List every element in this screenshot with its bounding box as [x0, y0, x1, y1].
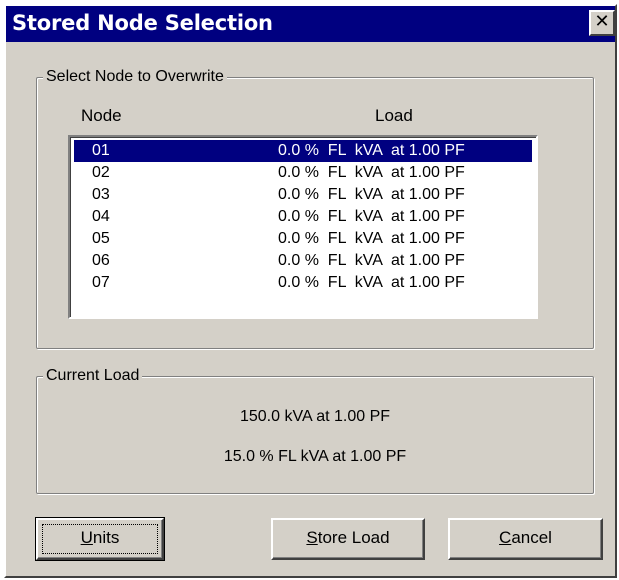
node-load: 0.0 % FL kVA at 1.00 PF [278, 274, 465, 291]
node-list-row[interactable]: 07 0.0 % FL kVA at 1.00 PF [74, 272, 532, 294]
units-button[interactable]: Units [35, 517, 165, 561]
node-load: 0.0 % FL kVA at 1.00 PF [278, 186, 465, 203]
load-column-header: Load [375, 106, 413, 125]
current-load-kva: 150.0 kVA at 1.00 PF [239, 408, 391, 425]
focus-rectangle [42, 524, 158, 554]
node-list-row[interactable]: 03 0.0 % FL kVA at 1.00 PF [74, 184, 532, 206]
node-load: 0.0 % FL kVA at 1.00 PF [278, 164, 465, 181]
node-id: 03 [92, 186, 110, 203]
node-id: 06 [92, 252, 110, 269]
current-load-percent: 15.0 % FL kVA at 1.00 PF [223, 448, 407, 465]
current-load-legend: Current Load [43, 366, 143, 386]
cancel-button[interactable]: Cancel [448, 518, 603, 560]
node-id: 01 [92, 142, 110, 159]
node-id: 04 [92, 208, 110, 225]
store-load-button[interactable]: Store Load [271, 518, 425, 560]
close-icon[interactable]: ✕ [589, 10, 615, 36]
node-list-row[interactable]: 06 0.0 % FL kVA at 1.00 PF [74, 250, 532, 272]
current-load-group: Current Load 150.0 kVA at 1.00 PF 15.0 %… [36, 366, 594, 494]
node-listbox[interactable]: 01 0.0 % FL kVA at 1.00 PF 02 0.0 % FL kVA … [68, 135, 538, 319]
node-list-row[interactable]: 02 0.0 % FL kVA at 1.00 PF [74, 162, 532, 184]
title-bar[interactable]: Stored Node Selection ✕ [6, 6, 615, 42]
node-id: 02 [92, 164, 110, 181]
node-id: 05 [92, 230, 110, 247]
node-load: 0.0 % FL kVA at 1.00 PF [278, 208, 465, 225]
node-load: 0.0 % FL kVA at 1.00 PF [278, 230, 465, 247]
node-load: 0.0 % FL kVA at 1.00 PF [278, 142, 465, 159]
node-load: 0.0 % FL kVA at 1.00 PF [278, 252, 465, 269]
node-list-row[interactable]: 04 0.0 % FL kVA at 1.00 PF [74, 206, 532, 228]
select-node-legend: Select Node to Overwrite [43, 67, 227, 87]
window-title: Stored Node Selection [12, 11, 273, 35]
node-list-row[interactable]: 01 0.0 % FL kVA at 1.00 PF [74, 140, 532, 162]
node-id: 07 [92, 274, 110, 291]
node-list-row[interactable]: 05 0.0 % FL kVA at 1.00 PF [74, 228, 532, 250]
node-column-header: Node [81, 106, 122, 125]
stored-node-selection-dialog: Stored Node Selection ✕ Select Node to O… [4, 4, 617, 578]
